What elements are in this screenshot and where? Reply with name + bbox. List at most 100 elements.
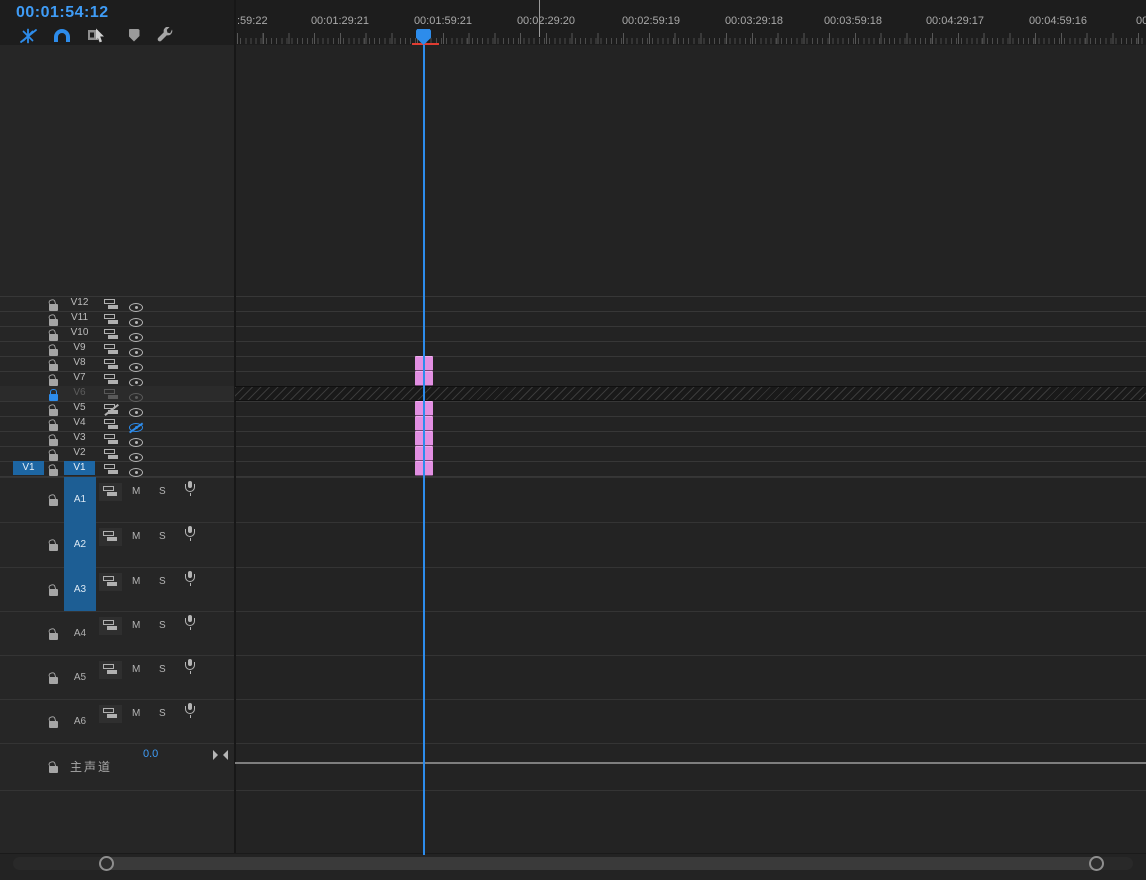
audio-track-name[interactable]: A4 bbox=[64, 611, 96, 655]
track-header-v3: V3 bbox=[0, 431, 234, 446]
mute-button[interactable]: M bbox=[132, 708, 140, 719]
ruler-label-partial: 00: bbox=[1136, 15, 1146, 27]
solo-button[interactable]: S bbox=[159, 576, 166, 587]
voiceover-mic-icon[interactable] bbox=[184, 571, 196, 590]
track-header-a4: A4 M S bbox=[0, 611, 234, 655]
timeline-settings-icon[interactable] bbox=[153, 25, 175, 45]
track-name[interactable]: V2 bbox=[64, 446, 95, 460]
lock-icon[interactable] bbox=[49, 538, 59, 556]
locked-track-hatch-v6 bbox=[235, 386, 1146, 401]
zoom-scrollbar-thumb[interactable] bbox=[100, 857, 1103, 870]
mute-button[interactable]: M bbox=[132, 576, 140, 587]
zoom-handle-left[interactable] bbox=[99, 856, 114, 871]
render-bar-red bbox=[412, 43, 439, 45]
mute-button[interactable]: M bbox=[132, 531, 140, 542]
track-header-a2: A2 M S bbox=[0, 522, 234, 567]
lock-icon[interactable] bbox=[49, 627, 59, 645]
track-header-v6: V6 bbox=[0, 386, 234, 401]
audio-track-name[interactable]: A3 bbox=[64, 567, 96, 611]
track-header-v4: V4 bbox=[0, 416, 234, 431]
track-name[interactable]: V12 bbox=[64, 296, 95, 310]
ruler-label: 00:04:59:16 bbox=[1029, 15, 1087, 27]
sync-lock-icon[interactable] bbox=[99, 705, 122, 723]
ruler-minor-ticks bbox=[235, 38, 1146, 44]
zoom-scrollbar-area bbox=[0, 853, 1146, 880]
ruler-label: 00:03:59:18 bbox=[824, 15, 882, 27]
sync-lock-icon[interactable] bbox=[99, 483, 122, 501]
audio-track-name[interactable]: A2 bbox=[64, 522, 96, 567]
lock-icon[interactable] bbox=[49, 760, 59, 778]
ruler-label: 00:03:29:18 bbox=[725, 15, 783, 27]
sync-lock-icon[interactable] bbox=[99, 528, 122, 546]
lock-icon[interactable] bbox=[49, 671, 59, 689]
track-name[interactable]: V9 bbox=[64, 341, 95, 355]
solo-button[interactable]: S bbox=[159, 531, 166, 542]
ruler-label: 00:02:59:19 bbox=[622, 15, 680, 27]
mute-button[interactable]: M bbox=[132, 486, 140, 497]
ruler-label: 00:02:29:20 bbox=[517, 15, 575, 27]
track-name[interactable]: V5 bbox=[64, 401, 95, 415]
ruler-label: 00:01:29:21 bbox=[311, 15, 369, 27]
voiceover-mic-icon[interactable] bbox=[184, 659, 196, 678]
track-name[interactable]: V3 bbox=[64, 431, 95, 445]
solo-button[interactable]: S bbox=[159, 664, 166, 675]
lock-icon[interactable] bbox=[49, 715, 59, 733]
ruler-label: 00:04:29:17 bbox=[926, 15, 984, 27]
track-name[interactable]: V4 bbox=[64, 416, 95, 430]
track-header-v12: V12 bbox=[0, 296, 234, 311]
panel-divider[interactable] bbox=[234, 0, 236, 853]
add-marker-icon[interactable] bbox=[123, 25, 145, 45]
ruler-label: 00:01:59:21 bbox=[414, 15, 472, 27]
track-header-v8: V8 bbox=[0, 356, 234, 371]
nest-toggle-icon[interactable] bbox=[17, 25, 39, 45]
audio-track-name[interactable]: A1 bbox=[64, 477, 96, 522]
track-header-v5: V5 bbox=[0, 401, 234, 416]
time-ruler[interactable]: :59:22 00:01:29:21 00:01:59:21 00:02:29:… bbox=[235, 0, 1146, 45]
voiceover-mic-icon[interactable] bbox=[184, 615, 196, 634]
track-name[interactable]: V11 bbox=[64, 311, 95, 325]
mute-button[interactable]: M bbox=[132, 664, 140, 675]
playhead-timecode[interactable]: 00:01:54:12 bbox=[16, 4, 109, 22]
audio-track-name[interactable]: A5 bbox=[64, 655, 96, 699]
track-header-v2: V2 bbox=[0, 446, 234, 461]
lock-icon[interactable] bbox=[49, 493, 59, 511]
voiceover-mic-icon[interactable] bbox=[184, 703, 196, 722]
voiceover-mic-icon[interactable] bbox=[184, 481, 196, 500]
track-header-v7: V7 bbox=[0, 371, 234, 386]
master-volume-value[interactable]: 0.0 bbox=[143, 748, 158, 760]
track-header-v9: V9 bbox=[0, 341, 234, 356]
solo-button[interactable]: S bbox=[159, 486, 166, 497]
track-name[interactable]: V10 bbox=[64, 326, 95, 340]
track-name-targeted[interactable]: V1 bbox=[64, 461, 95, 475]
master-track-name[interactable]: 主声道 bbox=[70, 758, 112, 775]
source-patch-v1[interactable]: V1 bbox=[13, 461, 44, 475]
ruler-hover-line bbox=[539, 0, 540, 37]
playhead-line[interactable] bbox=[423, 45, 425, 855]
sync-lock-icon[interactable] bbox=[99, 617, 122, 635]
track-header-v11: V11 bbox=[0, 311, 234, 326]
zoom-handle-right[interactable] bbox=[1089, 856, 1104, 871]
audio-track-name[interactable]: A6 bbox=[64, 699, 96, 743]
track-header-v1: V1 V1 bbox=[0, 461, 234, 476]
track-header-a6: A6 M S bbox=[0, 699, 234, 743]
mute-button[interactable]: M bbox=[132, 620, 140, 631]
voiceover-mic-icon[interactable] bbox=[184, 526, 196, 545]
master-volume-rubber-band[interactable] bbox=[235, 762, 1146, 764]
snap-magnet-icon[interactable] bbox=[51, 25, 73, 45]
track-header-a5: A5 M S bbox=[0, 655, 234, 699]
solo-button[interactable]: S bbox=[159, 620, 166, 631]
linked-selection-icon[interactable] bbox=[85, 25, 107, 45]
track-header-v10: V10 bbox=[0, 326, 234, 341]
zoom-scrollbar-track[interactable] bbox=[13, 857, 1133, 870]
track-name[interactable]: V7 bbox=[64, 371, 95, 385]
row-separator bbox=[0, 790, 1146, 791]
track-header-a1: A1 M S bbox=[0, 477, 234, 522]
sync-lock-icon[interactable] bbox=[99, 573, 122, 591]
track-header-master: 主声道 0.0 bbox=[0, 743, 234, 790]
sync-lock-icon[interactable] bbox=[99, 661, 122, 679]
keyframe-nav-icon[interactable] bbox=[213, 747, 228, 765]
solo-button[interactable]: S bbox=[159, 708, 166, 719]
track-name[interactable]: V8 bbox=[64, 356, 95, 370]
track-name[interactable]: V6 bbox=[64, 386, 95, 400]
lock-icon[interactable] bbox=[49, 583, 59, 601]
